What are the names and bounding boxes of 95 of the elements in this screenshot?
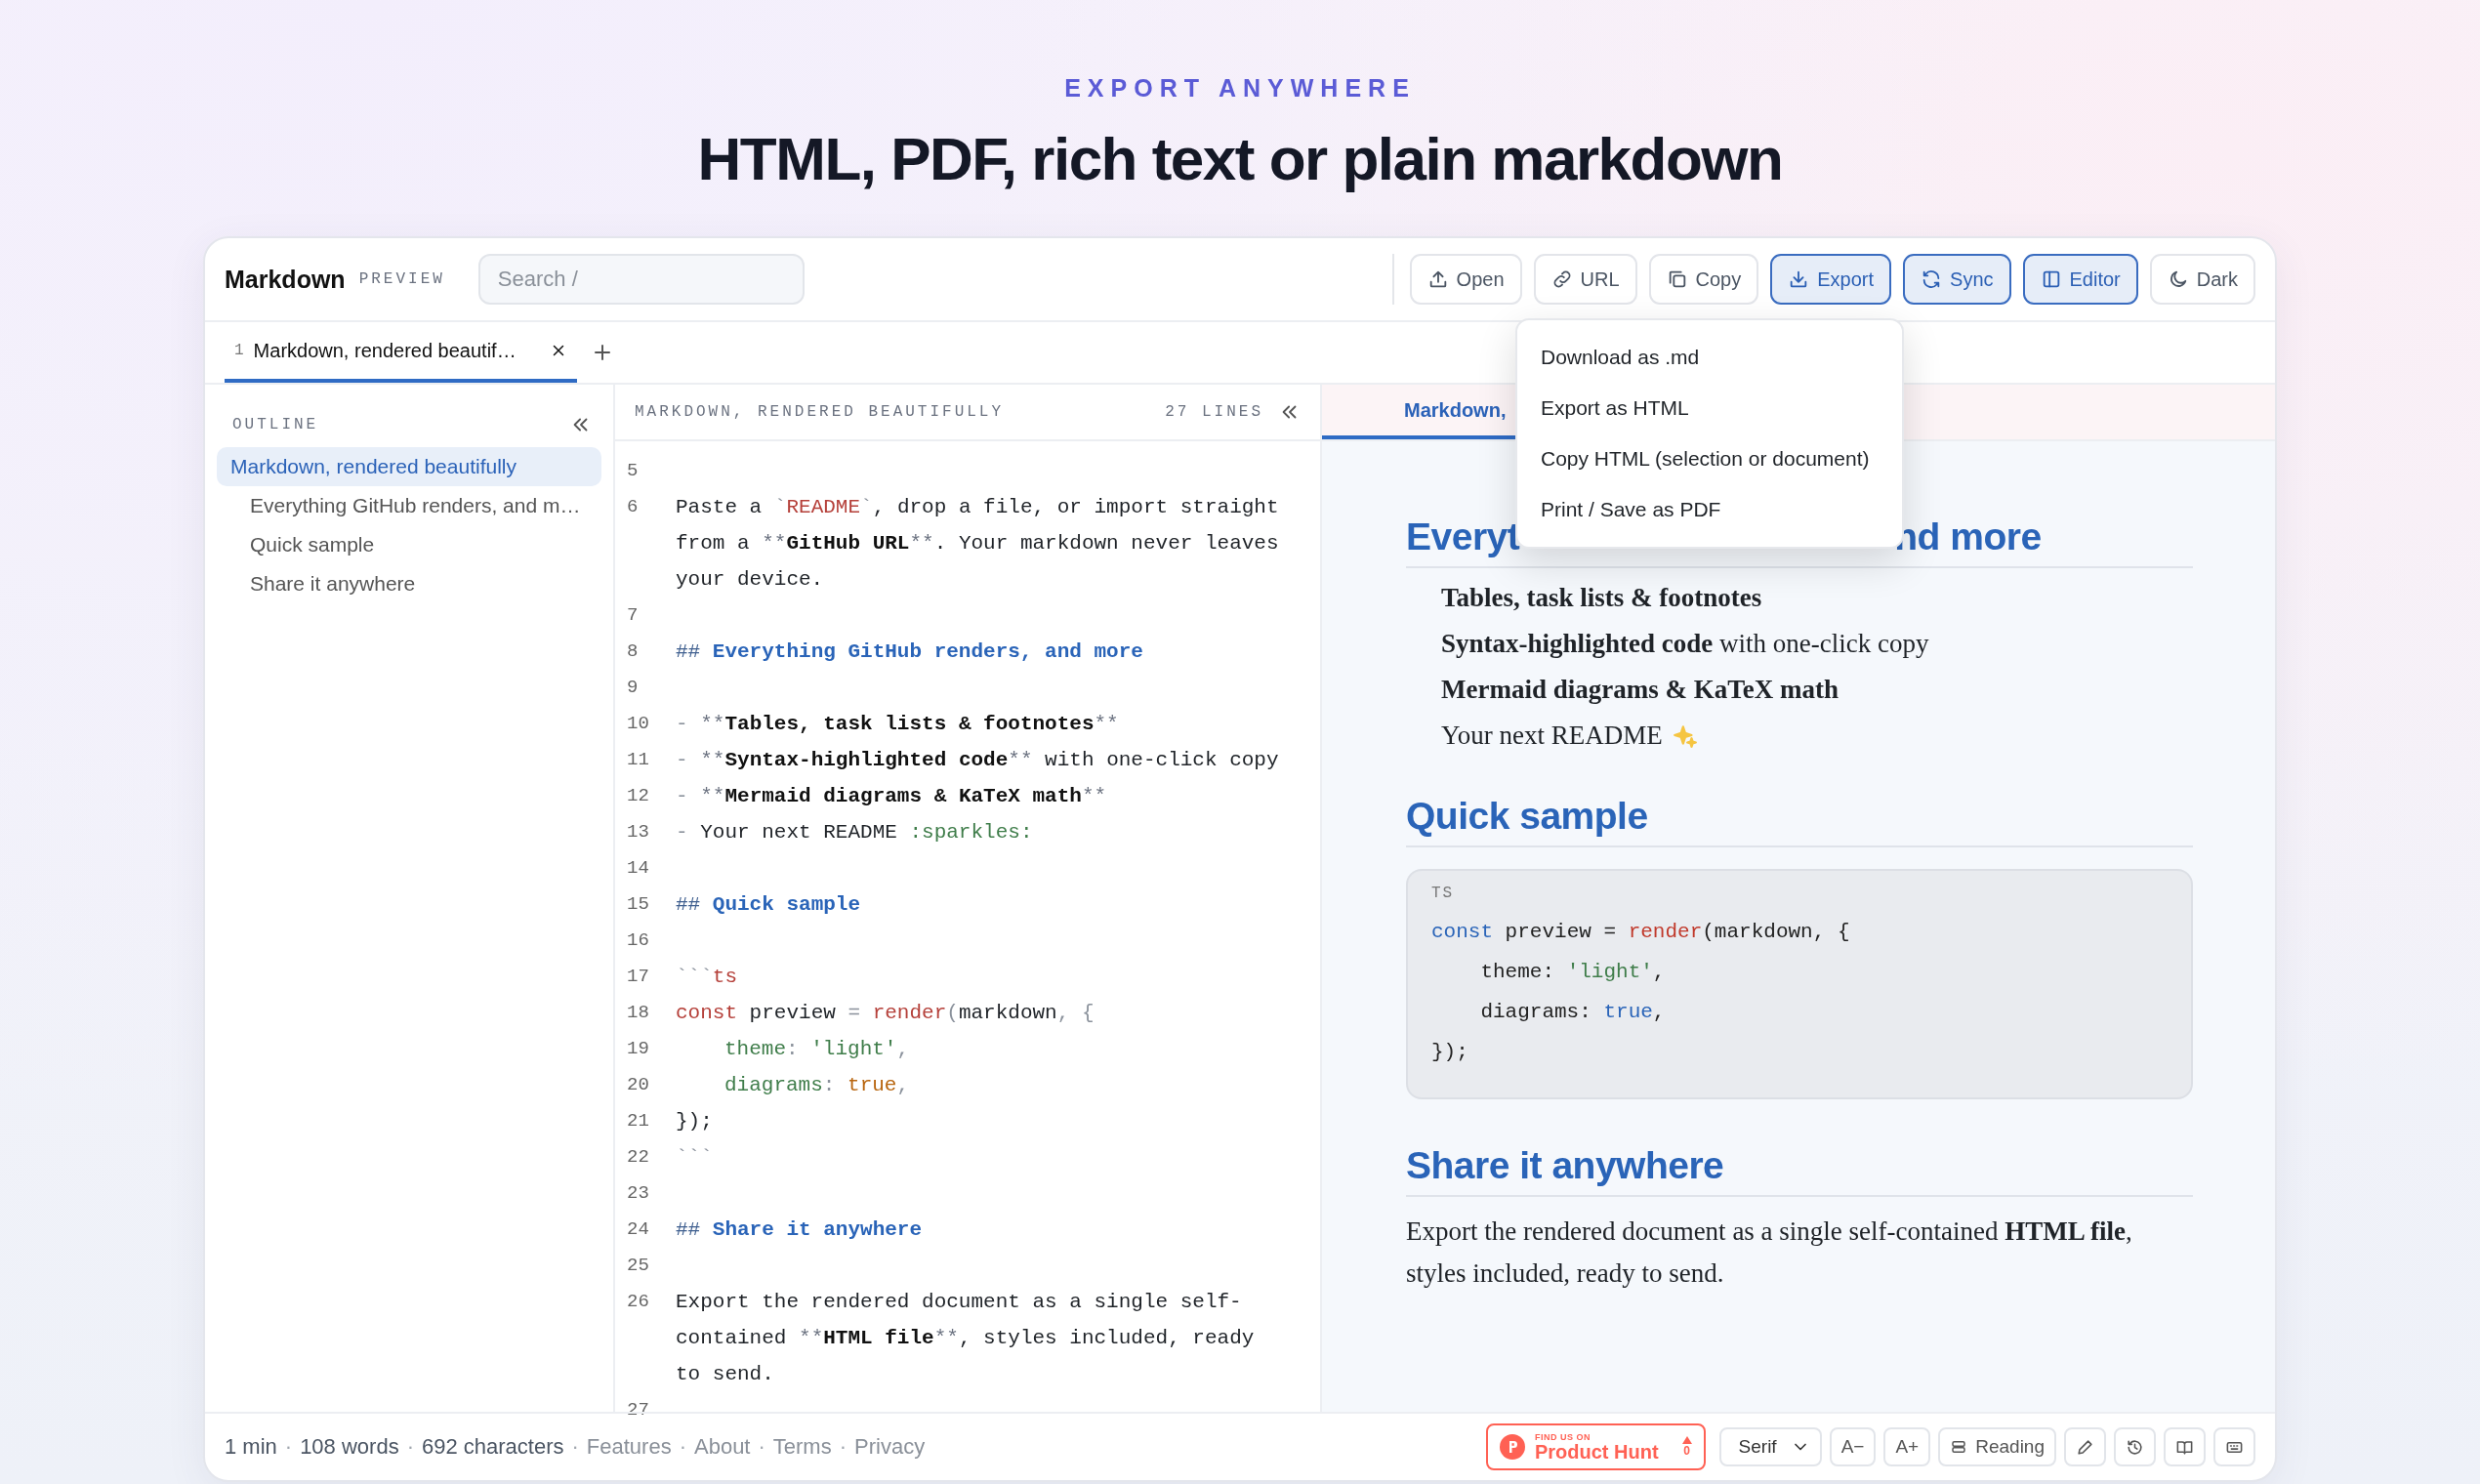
- app-tag: PREVIEW: [358, 270, 445, 288]
- code-line: const preview = render(markdown, {: [676, 1001, 1095, 1026]
- toolbar-button[interactable]: Copy: [1648, 254, 1759, 305]
- list-item: Mermaid diagrams & KaTeX math: [1441, 674, 1839, 706]
- toolbar-button[interactable]: Export: [1770, 254, 1892, 305]
- toolbar-button[interactable]: Sync: [1903, 254, 2011, 305]
- toolbar-button[interactable]: Editor: [2022, 254, 2138, 305]
- footer-icon-button[interactable]: [2114, 1427, 2156, 1466]
- stat-text: 1 min: [225, 1434, 277, 1460]
- footer-icon-button[interactable]: [2064, 1427, 2106, 1466]
- code-line: ## Everything GitHub renders, and more: [676, 639, 1144, 665]
- line-number: 25: [626, 1254, 650, 1278]
- outline-item[interactable]: Everything GitHub renders, and m…: [217, 486, 601, 525]
- code-line: ## Share it anywhere: [676, 1217, 924, 1243]
- separator: ·: [571, 1434, 579, 1460]
- line-number: 19: [626, 1037, 650, 1061]
- code-line: diagrams: true,: [723, 1073, 911, 1098]
- hero-title: HTML, PDF, rich text or plain markdown: [697, 124, 1783, 193]
- eyebrow-text: EXPORT ANYWHERE: [1064, 74, 1416, 103]
- rows-icon: [1950, 1438, 1968, 1456]
- toolbar-button[interactable]: Open: [1409, 254, 1522, 305]
- code-line: theme: 'light',: [723, 1037, 911, 1062]
- list-item: Your next README: [1441, 720, 1663, 752]
- stat-text: 108 words: [300, 1434, 399, 1460]
- outline-item[interactable]: Quick sample: [217, 525, 601, 564]
- sparkles-icon: [1672, 722, 1698, 749]
- font-size-button[interactable]: A+: [1883, 1427, 1931, 1466]
- line-number: 21: [626, 1109, 650, 1134]
- editor-title: MARKDOWN, RENDERED BEAUTIFULLY: [635, 403, 1005, 421]
- separator: ·: [679, 1434, 686, 1460]
- line-number: 24: [626, 1217, 650, 1242]
- code-line: });: [1431, 1040, 1469, 1065]
- search-field[interactable]: Search /: [477, 254, 805, 305]
- line-number: 11: [626, 748, 650, 772]
- list-item: Syntax-highlighted code with one-click copy: [1441, 628, 1929, 660]
- line-number: 16: [626, 928, 650, 953]
- code-line: - Your next README :sparkles:: [676, 820, 1034, 845]
- line-number: 12: [626, 784, 650, 808]
- line-number: 26: [626, 1290, 650, 1314]
- code-line: diagrams: true,: [1479, 1000, 1667, 1025]
- font-size-button[interactable]: A−: [1829, 1427, 1877, 1466]
- code-language: TS: [1431, 885, 1456, 902]
- stat-text: 692 characters: [421, 1434, 564, 1460]
- separator: ·: [758, 1434, 765, 1460]
- list-item: Tables, task lists & footnotes: [1441, 582, 1762, 614]
- outline-item[interactable]: Share it anywhere: [217, 564, 601, 603]
- section-heading: Everyt: [1406, 515, 1520, 558]
- code-line: Paste a `README`, drop a file, or import straight from a **GitHub URL**. Your markdown never leaves your device.: [676, 495, 1280, 593]
- line-number: 22: [626, 1145, 650, 1170]
- toolbar-button[interactable]: URL: [1533, 254, 1637, 305]
- section-heading: Quick sample: [1406, 795, 1648, 838]
- font-select[interactable]: Serif: [1718, 1427, 1822, 1466]
- line-number: 5: [626, 459, 640, 483]
- reading-button[interactable]: Reading: [1938, 1427, 2056, 1466]
- footer-icon-button[interactable]: [2213, 1427, 2255, 1466]
- line-number: 10: [626, 712, 650, 736]
- history-icon: [2126, 1437, 2144, 1457]
- code-line: ## Quick sample: [676, 892, 862, 918]
- menu-item[interactable]: Print / Save as PDF: [1517, 484, 1902, 535]
- line-number: 8: [626, 639, 640, 664]
- line-number: 14: [626, 856, 650, 881]
- p-logo-icon: [1499, 1434, 1525, 1460]
- app-name: Markdown: [225, 265, 346, 294]
- section-heading: Share it anywhere: [1406, 1144, 1724, 1187]
- line-number: 6: [626, 495, 640, 519]
- pen-icon: [2076, 1437, 2094, 1457]
- code-line: - **Syntax-highlighted code** with one-click copy: [676, 748, 1280, 773]
- menu-item[interactable]: Download as .md: [1517, 332, 1902, 383]
- line-number: 15: [626, 892, 650, 917]
- footer-icon-button[interactable]: [2164, 1427, 2206, 1466]
- upvote-icon: [1681, 1436, 1692, 1444]
- code-line: Export the rendered document as a single self-contained **HTML file**, styles included, ready to send.: [676, 1290, 1256, 1387]
- separator: ·: [406, 1434, 414, 1460]
- code-line: - **Tables, task lists & footnotes**: [676, 712, 1120, 737]
- outline-item[interactable]: Markdown, rendered beautifully: [217, 447, 601, 486]
- document-tab[interactable]: 1 Markdown, rendered beautif…: [225, 322, 577, 383]
- line-number: 23: [626, 1181, 650, 1206]
- separator: ·: [839, 1434, 847, 1460]
- line-number: 9: [626, 676, 640, 700]
- code-line: const preview = render(markdown, {: [1431, 920, 1851, 945]
- toolbar-button[interactable]: Dark: [2149, 254, 2255, 305]
- code-line: theme: 'light',: [1479, 960, 1667, 985]
- line-number: 7: [626, 603, 640, 628]
- separator: ·: [284, 1434, 293, 1460]
- paragraph: Export the rendered document as a single self-contained HTML file, styles included, ready to send.: [1406, 1216, 2133, 1290]
- line-number: 18: [626, 1001, 650, 1025]
- line-number: 13: [626, 820, 650, 845]
- line-number: 20: [626, 1073, 650, 1097]
- code-line: ```ts: [676, 965, 739, 990]
- line-count: 27 LINES: [1165, 403, 1263, 421]
- code-line: ```: [676, 1145, 714, 1171]
- code-line: - **Mermaid diagrams & KaTeX math**: [676, 784, 1108, 809]
- line-number: 17: [626, 965, 650, 989]
- code-line: });: [676, 1109, 714, 1134]
- outline-title: OUTLINE: [232, 416, 319, 433]
